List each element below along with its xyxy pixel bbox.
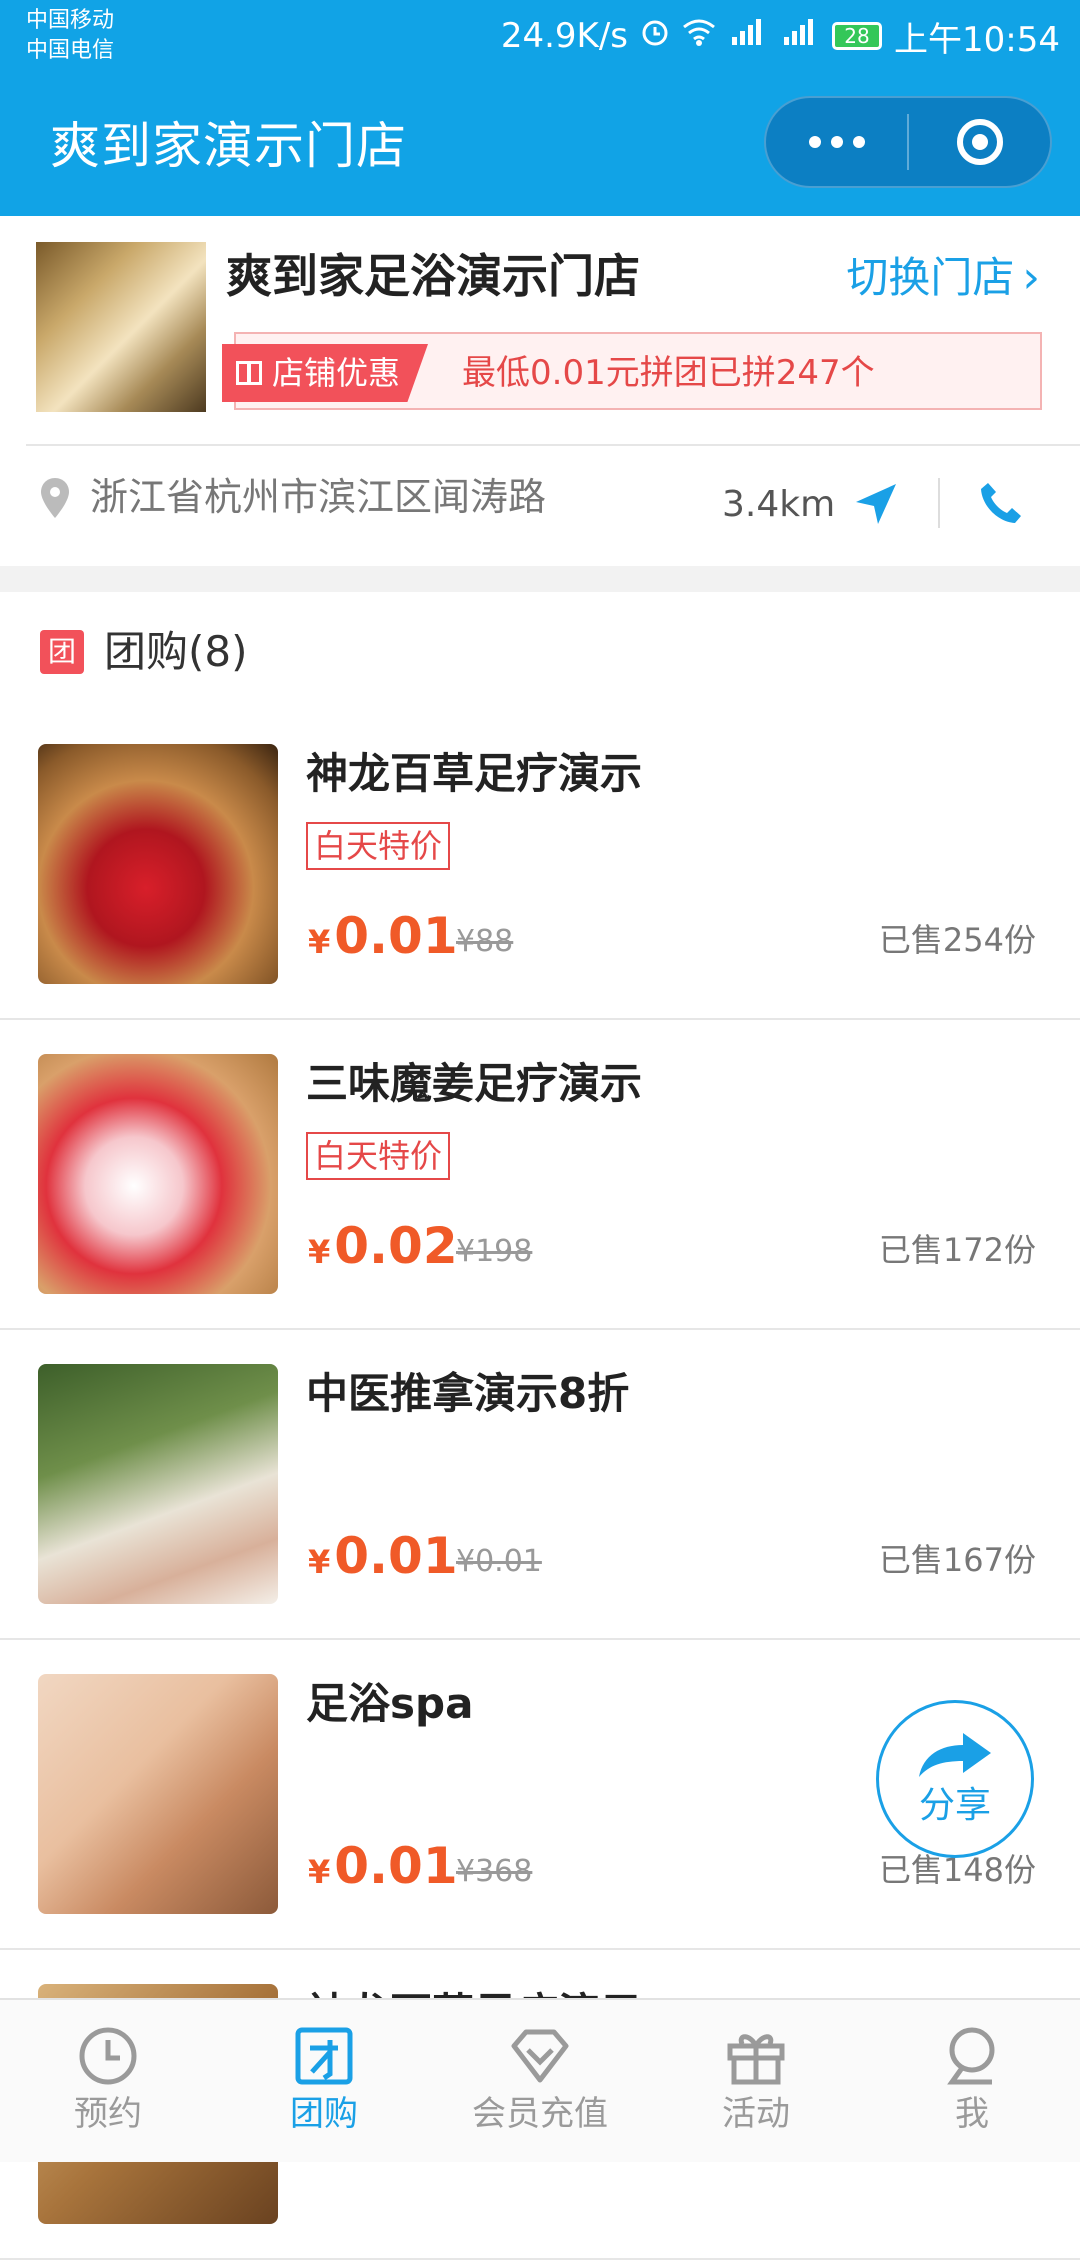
divider (938, 478, 940, 528)
deal-original-price: ¥368 (456, 1854, 533, 1889)
tab-label: 团购 (290, 2094, 358, 2134)
currency-symbol: ¥ (308, 1543, 331, 1581)
store-address[interactable]: 浙江省杭州市滨江区闻涛路 (90, 472, 546, 522)
deal-price-value: 0.01 (334, 907, 458, 965)
status-bar: 中国移动 中国电信 24.9K/s 28 上午10:54 (0, 0, 1080, 72)
signal-icon (728, 16, 768, 56)
store-distance: 3.4km (722, 484, 836, 525)
alarm-icon (640, 16, 670, 56)
deal-original-price: ¥198 (456, 1234, 533, 1269)
tab-label: 活动 (722, 2094, 790, 2134)
deal-title: 三味魔姜足疗演示 (306, 1059, 643, 1108)
phone-icon[interactable] (978, 480, 1024, 526)
deal-price-value: 0.01 (334, 1527, 458, 1585)
switch-store-label: 切换门店 (846, 253, 1015, 302)
tab-booking[interactable]: 预约 (0, 2000, 216, 2162)
miniprogram-capsule (764, 96, 1052, 188)
deal-title: 足浴spa (306, 1679, 474, 1728)
carrier-2: 中国电信 (26, 38, 115, 63)
navigate-icon[interactable] (852, 480, 900, 528)
clock-icon (79, 2027, 137, 2085)
deal-price-value: 0.02 (334, 1217, 458, 1275)
bottom-tab-bar: 预约 团购 会员充值 活动 我 (0, 1998, 1080, 2162)
gift-icon (727, 2034, 785, 2085)
share-button[interactable]: 分享 (876, 1700, 1034, 1858)
carrier-info: 中国移动 中国电信 (26, 6, 114, 66)
deal-price: ¥0.01 (308, 906, 458, 972)
promo-tag: 店铺优惠 (222, 344, 429, 402)
tab-label: 会员充值 (472, 2094, 608, 2134)
deal-price: ¥0.01 (308, 1836, 458, 1902)
user-icon (947, 2027, 995, 2085)
currency-symbol: ¥ (308, 1233, 331, 1271)
net-speed: 24.9K/s (500, 16, 629, 56)
store-photo[interactable] (36, 242, 206, 412)
deal-original-price: ¥0.01 (456, 1544, 542, 1579)
currency-symbol: ¥ (308, 1853, 331, 1891)
signal-icon-2 (780, 16, 820, 56)
deal-sold-count: 已售167份 (878, 1541, 1036, 1579)
deal-item[interactable]: 中医推拿演示8折 ¥0.01 ¥0.01 已售167份 (0, 1330, 1080, 1640)
status-indicators: 24.9K/s 28 上午10:54 (500, 14, 1060, 60)
deal-price-value: 0.01 (334, 1837, 458, 1895)
deal-thumbnail (38, 1674, 278, 1914)
tab-label: 我 (955, 2094, 989, 2134)
share-label: 分享 (918, 1785, 991, 1826)
chevron-right-icon: › (1022, 252, 1040, 303)
deal-title: 中医推拿演示8折 (306, 1369, 630, 1418)
target-icon (956, 119, 1003, 165)
deal-item[interactable]: 三味魔姜足疗演示 白天特价 ¥0.02 ¥198 已售172份 (0, 1020, 1080, 1330)
tab-me[interactable]: 我 (864, 2000, 1080, 2162)
group-buy-section-header: 团 团购(8) (0, 592, 1080, 712)
wifi-icon (682, 16, 716, 56)
store-card: 爽到家足浴演示门店 切换门店 › 店铺优惠 最低0.01元拼团已拼247个 浙江… (0, 216, 1080, 566)
switch-store-button[interactable]: 切换门店 › (846, 250, 1040, 306)
more-dot-icon (830, 136, 843, 148)
diamond-icon (511, 2029, 569, 2083)
more-dot-icon (852, 136, 865, 148)
store-name: 爽到家足浴演示门店 (226, 249, 640, 303)
section-gap (0, 566, 1080, 592)
deal-thumbnail (38, 744, 278, 984)
promo-tag-label: 店铺优惠 (272, 354, 401, 392)
deal-sold-count: 已售254份 (878, 921, 1036, 959)
deal-price: ¥0.02 (308, 1216, 458, 1282)
deal-tag: 白天特价 (306, 1132, 451, 1180)
gift-icon (236, 361, 262, 385)
tab-label: 预约 (74, 2094, 142, 2134)
battery-indicator: 28 (832, 22, 883, 50)
group-buy-badge: 团 (40, 630, 84, 674)
status-time: 上午10:54 (894, 19, 1060, 60)
deal-thumbnail (38, 1364, 278, 1604)
more-button[interactable] (766, 98, 907, 186)
deal-title: 神龙百草足疗演示 (306, 749, 643, 798)
tab-activity[interactable]: 活动 (648, 2000, 864, 2162)
tab-group-buy[interactable]: 团购 (216, 2000, 432, 2162)
section-title: 团购(8) (104, 627, 248, 676)
deal-price: ¥0.01 (308, 1526, 458, 1592)
divider (26, 444, 1080, 446)
group-buy-icon (295, 2027, 353, 2085)
currency-symbol: ¥ (308, 923, 331, 961)
deal-item[interactable]: 神龙百草足疗演示 白天特价 ¥0.01 ¥88 已售254份 (0, 710, 1080, 1020)
nav-bar: 爽到家演示门店 (0, 72, 1080, 216)
carrier-1: 中国移动 (26, 8, 115, 33)
deal-original-price: ¥88 (456, 924, 514, 959)
deal-tag: 白天特价 (306, 822, 451, 870)
tab-member-recharge[interactable]: 会员充值 (432, 2000, 648, 2162)
promo-text: 最低0.01元拼团已拼247个 (462, 353, 875, 393)
share-arrow-icon (919, 1733, 991, 1777)
deal-thumbnail (38, 1054, 278, 1294)
deal-sold-count: 已售172份 (878, 1231, 1036, 1269)
more-dot-icon (808, 136, 821, 148)
location-pin-icon (40, 478, 70, 518)
page-title: 爽到家演示门店 (50, 117, 407, 175)
close-miniprogram-button[interactable] (909, 98, 1050, 186)
